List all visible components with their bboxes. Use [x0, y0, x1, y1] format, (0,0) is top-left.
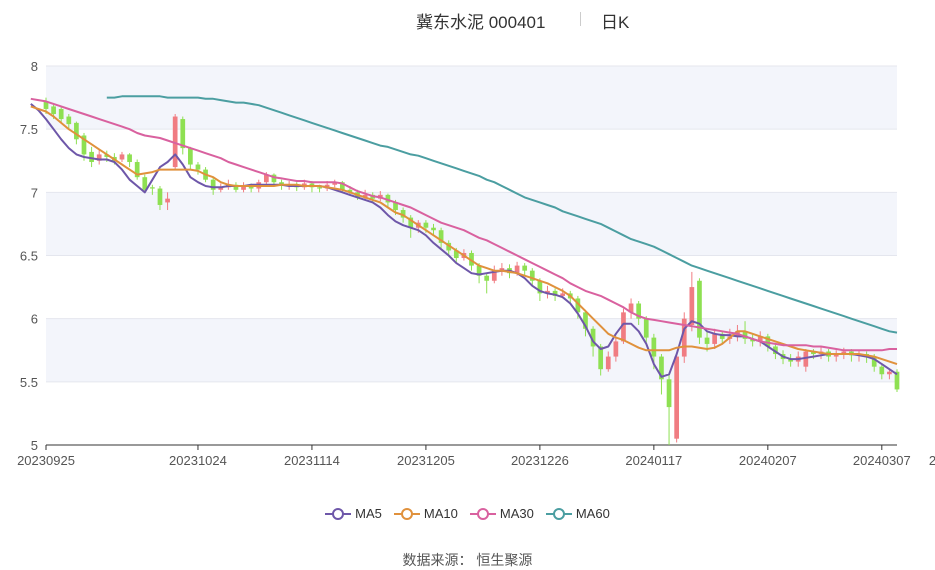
legend-label: MA30	[499, 506, 534, 521]
candle-body	[165, 198, 170, 203]
chart-legend: MA5 MA10 MA30 MA60	[0, 506, 935, 524]
grid-band	[46, 192, 897, 256]
kline-chart: 8 7.5 7 6.5 6 5.5 520230925 20231024 20231114 202…	[17, 59, 935, 468]
y-tick-label: 6	[31, 312, 38, 327]
candle-body	[317, 187, 322, 189]
y-tick-label: 5.5	[20, 375, 38, 390]
candle-body	[689, 287, 695, 325]
candle-body	[666, 379, 672, 408]
legend-item-ma30[interactable]: MA30	[469, 506, 534, 521]
candle-body	[651, 337, 657, 357]
candle-body	[51, 106, 56, 115]
candle-body	[704, 337, 710, 344]
legend-label: MA10	[423, 506, 458, 521]
grid-band	[46, 318, 897, 382]
x-tick-label: 20240307	[853, 453, 911, 468]
candle-body	[195, 164, 201, 170]
candle-body	[188, 148, 193, 165]
candle-body	[423, 222, 429, 228]
legend-marker-icon	[325, 507, 352, 520]
legend-marker-icon	[393, 507, 420, 520]
legend-marker-icon	[469, 507, 496, 520]
candle-body	[66, 116, 72, 125]
candle-body	[157, 188, 163, 205]
candle-body	[613, 341, 619, 357]
candle-body	[887, 371, 892, 375]
y-tick-label: 7.5	[20, 122, 38, 137]
candle-body	[58, 108, 64, 120]
x-tick-label: 20230925	[17, 453, 75, 468]
x-tick-label: 20231024	[169, 453, 227, 468]
legend-label: MA5	[355, 506, 382, 521]
candle-body	[605, 356, 611, 370]
candle-body	[674, 356, 680, 439]
candle-body	[560, 293, 566, 296]
candle-body	[879, 366, 885, 375]
x-tick-label: 20231205	[397, 453, 455, 468]
candle-body	[150, 187, 155, 189]
legend-marker-icon	[545, 507, 572, 520]
legend-label: MA60	[575, 506, 610, 521]
candle-body	[74, 122, 79, 140]
legend-item-ma60[interactable]: MA60	[545, 506, 610, 521]
grid-band	[46, 381, 897, 445]
x-tick-label: 20240327	[929, 453, 935, 468]
candle-body	[484, 275, 490, 281]
candle-body	[697, 280, 702, 338]
x-tick-label: 20240207	[739, 453, 797, 468]
legend-item-ma5[interactable]: MA5	[325, 506, 382, 521]
y-tick-label: 6.5	[20, 249, 38, 264]
x-tick-label: 20231226	[511, 453, 569, 468]
y-tick-label: 5	[31, 438, 38, 453]
x-tick-label: 20240117	[625, 453, 682, 468]
candle-body	[180, 119, 186, 149]
candle-body	[431, 227, 436, 231]
candle-body	[803, 351, 809, 367]
candle-body	[643, 318, 649, 338]
candle-body	[127, 154, 132, 163]
y-tick-label: 8	[31, 59, 38, 74]
candle-body	[522, 265, 528, 271]
candle-body	[119, 154, 125, 160]
data-source-note: 数据来源： 恒生聚源	[402, 552, 533, 568]
legend-item-ma10[interactable]: MA10	[393, 506, 458, 521]
candle-body	[712, 333, 717, 344]
y-tick-label: 7	[31, 185, 38, 200]
x-tick-label: 20231114	[284, 453, 340, 468]
